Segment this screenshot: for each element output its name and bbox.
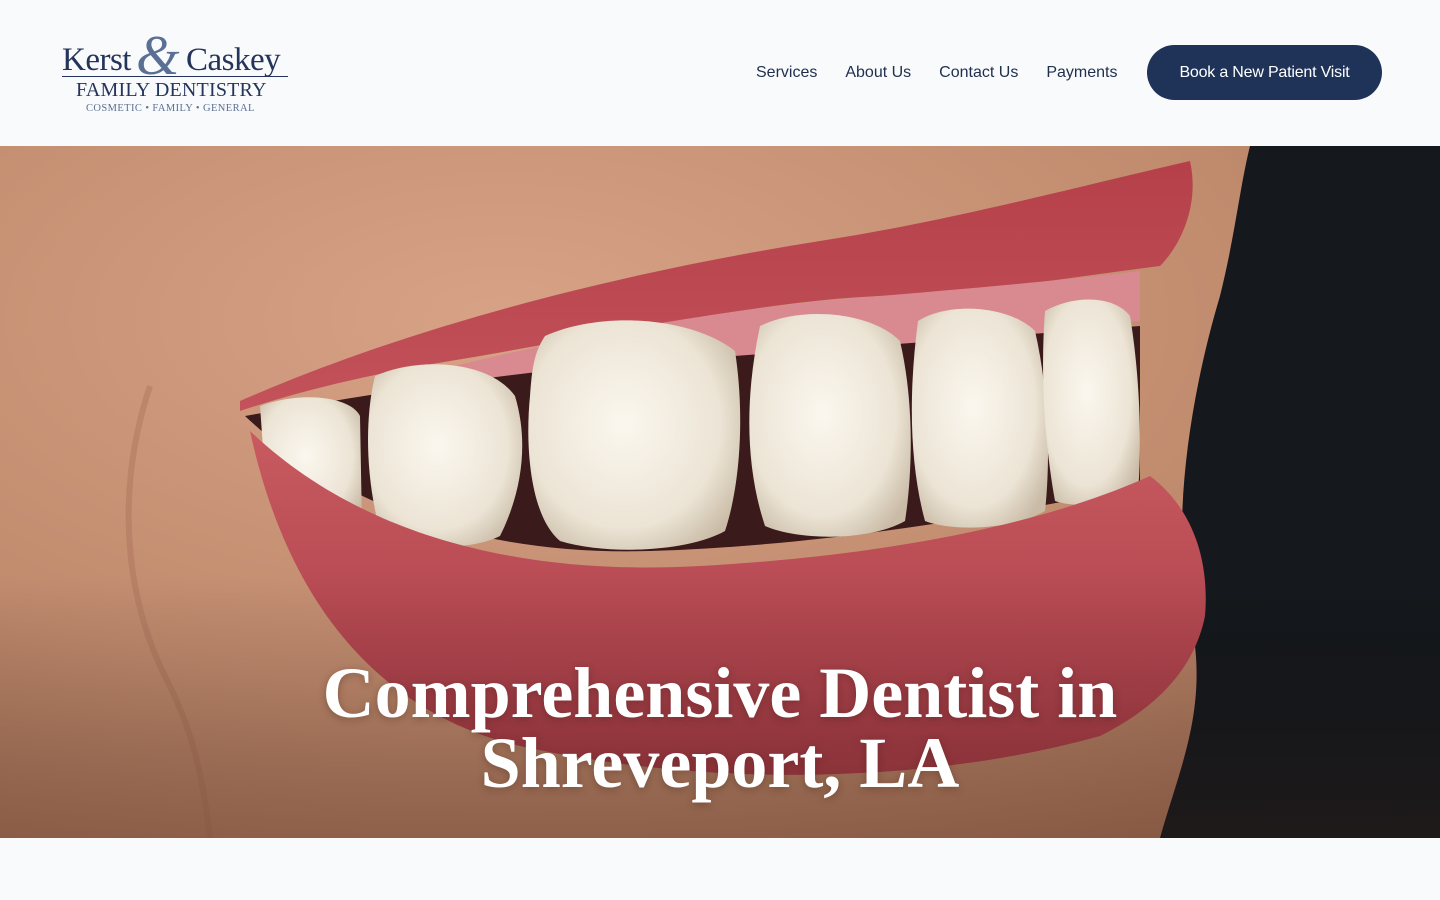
logo-tagline: COSMETIC • FAMILY • GENERAL <box>86 103 255 114</box>
hero-title-line-1: Comprehensive Dentist in <box>322 653 1118 733</box>
logo-name-right: Caskey <box>186 42 281 78</box>
nav-item-payments[interactable]: Payments <box>1046 64 1117 82</box>
brand-logo[interactable]: Kerst & Caskey FAMILY DENTISTRY COSMETIC… <box>60 28 292 118</box>
nav-item-about-us[interactable]: About Us <box>845 64 911 82</box>
hero-title-line-2: Shreveport, LA <box>480 723 960 803</box>
logo-divider <box>62 76 288 77</box>
logo-name-left: Kerst <box>62 42 131 78</box>
hero-title: Comprehensive Dentist in Shreveport, LA <box>220 653 1220 803</box>
site-header: Kerst & Caskey FAMILY DENTISTRY COSMETIC… <box>0 0 1440 146</box>
nav-item-contact-us[interactable]: Contact Us <box>939 64 1018 82</box>
main-nav: Services About Us Contact Us Payments <box>742 45 1131 100</box>
nav-item-services[interactable]: Services <box>756 64 817 82</box>
logo-subtitle: FAMILY DENTISTRY <box>76 79 267 101</box>
book-new-patient-visit-button[interactable]: Book a New Patient Visit <box>1147 45 1382 100</box>
hero-banner: Comprehensive Dentist in Shreveport, LA <box>0 146 1440 838</box>
below-hero-strip <box>0 838 1440 900</box>
